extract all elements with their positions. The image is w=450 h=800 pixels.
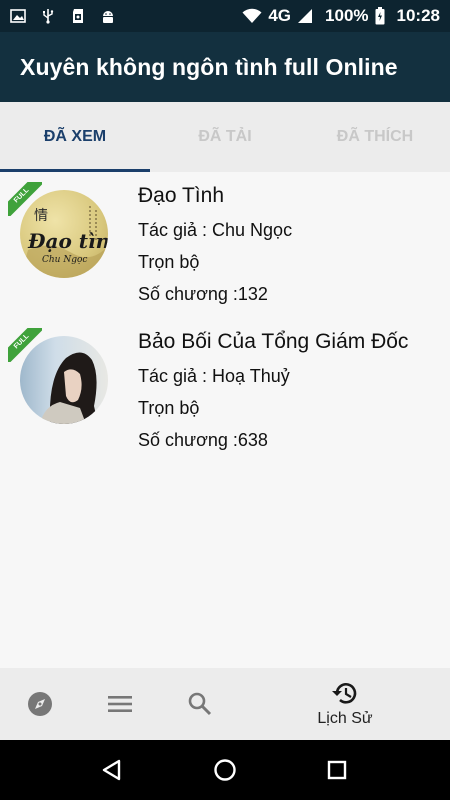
story-chapters: Số chương :132	[138, 284, 268, 304]
story-info: Bảo Bối Của Tổng Giám Đốc Tác giả : Hoạ …	[138, 330, 408, 462]
story-author: Tác giả : Hoạ Thuỷ	[138, 366, 290, 386]
status-bar: 4G 100% 10:28	[0, 0, 450, 32]
nav-explore-button[interactable]	[18, 668, 62, 740]
back-triangle-icon	[102, 759, 121, 781]
full-badge: FULL	[8, 328, 42, 362]
tab-liked[interactable]: ĐÃ THÍCH	[300, 102, 450, 172]
nav-search-button[interactable]	[178, 668, 222, 740]
tab-bar: ĐÃ XEM ĐÃ TẢI ĐÃ THÍCH	[0, 102, 450, 172]
battery-percent: 100%	[325, 6, 369, 25]
signal-icon	[298, 9, 313, 23]
menu-icon	[108, 696, 132, 712]
sd-card-icon	[73, 9, 83, 23]
image-icon	[10, 9, 26, 23]
android-icon	[103, 11, 113, 23]
status-right-icons: 4G 100% 10:28	[242, 6, 440, 26]
wifi-icon	[242, 8, 262, 23]
app-title: Xuyên không ngôn tình full Online	[20, 53, 398, 80]
nav-history-label: Lịch Sử	[317, 710, 373, 727]
story-info: Đạo Tình Tác giả : Chu Ngọc Trọn bộ Số c…	[138, 184, 292, 316]
story-status: Trọn bộ	[138, 398, 200, 418]
bottom-nav: Lịch Sử	[0, 668, 450, 740]
story-title: Đạo Tình	[138, 184, 224, 207]
story-list: 情 Đạo tình Chu Ngọc FULL Đạo Tình Tác gi…	[0, 172, 450, 668]
status-left-icons	[10, 8, 116, 24]
full-badge-label: FULL	[8, 182, 42, 216]
recents-button[interactable]	[319, 752, 355, 788]
clock: 10:28	[396, 6, 440, 25]
story-title: Bảo Bối Của Tổng Giám Đốc	[138, 330, 409, 353]
cover-wrap: 情 Đạo tình Chu Ngọc FULL	[8, 182, 108, 282]
recents-square-icon	[327, 760, 347, 780]
battery-icon	[375, 7, 385, 25]
cover-wrap: FULL	[8, 328, 108, 428]
search-icon	[188, 692, 212, 716]
nav-history-button[interactable]: Lịch Sử	[300, 668, 390, 740]
cover-title: Đạo tình	[27, 229, 108, 253]
full-badge-label: FULL	[8, 328, 42, 362]
history-icon	[332, 683, 357, 704]
list-item[interactable]: 情 Đạo tình Chu Ngọc FULL Đạo Tình Tác gi…	[0, 172, 450, 312]
system-nav-bar	[0, 740, 450, 800]
tab-viewed[interactable]: ĐÃ XEM	[0, 102, 150, 172]
app-bar: Xuyên không ngôn tình full Online	[0, 32, 450, 102]
story-author: Tác giả : Chu Ngọc	[138, 220, 293, 240]
cover-author: Chu Ngọc	[42, 255, 87, 265]
story-status: Trọn bộ	[138, 252, 200, 272]
home-circle-icon	[214, 759, 236, 781]
tab-downloaded[interactable]: ĐÃ TẢI	[150, 102, 300, 172]
back-button[interactable]	[94, 752, 130, 788]
usb-icon	[43, 9, 54, 24]
compass-icon	[28, 692, 52, 716]
full-badge: FULL	[8, 182, 42, 216]
home-button[interactable]	[207, 752, 243, 788]
nav-menu-button[interactable]	[98, 668, 142, 740]
list-item[interactable]: FULL Bảo Bối Của Tổng Giám Đốc Tác giả :…	[0, 318, 450, 458]
story-chapters: Số chương :638	[138, 430, 268, 450]
network-type: 4G	[268, 6, 292, 25]
